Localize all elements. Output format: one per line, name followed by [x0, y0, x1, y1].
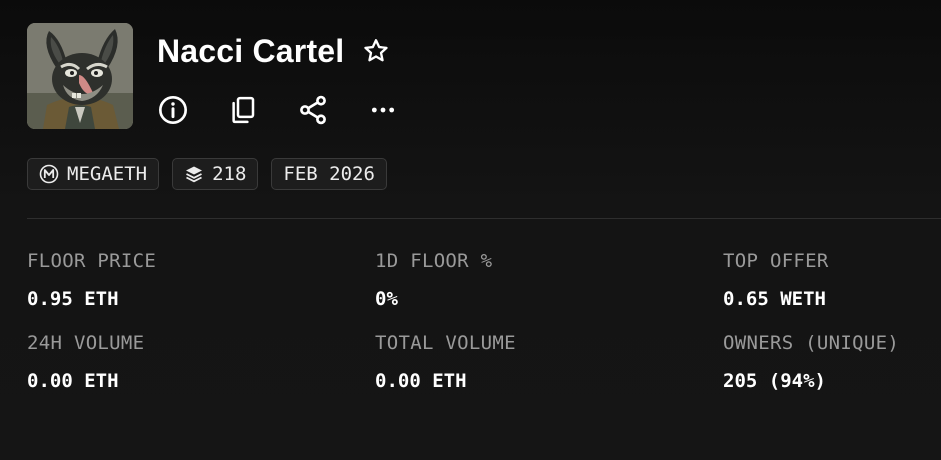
stat-value: 0%: [375, 288, 398, 310]
star-icon[interactable]: [362, 37, 390, 65]
info-icon[interactable]: [156, 93, 190, 127]
collection-avatar: [27, 23, 133, 129]
section-divider: [27, 218, 941, 219]
chain-chip[interactable]: MEGAETH: [27, 158, 160, 190]
more-icon[interactable]: [366, 93, 400, 127]
stat-total-volume: TOTAL VOLUME 0.00 ETH: [375, 332, 723, 392]
stat-value: 0.00 ETH: [27, 370, 119, 392]
stat-value: 205 (94%): [723, 370, 826, 392]
megaeth-logo-icon: [39, 164, 59, 184]
stat-label: 1D FLOOR %: [375, 250, 493, 272]
created-date: FEB 2026: [283, 163, 375, 185]
tag-chips: MEGAETH 218 FEB 2026: [27, 158, 400, 190]
stat-24h-volume: 24H VOLUME 0.00 ETH: [27, 332, 375, 392]
share-icon[interactable]: [296, 93, 330, 127]
copy-icon[interactable]: [226, 93, 260, 127]
stat-1d-floor-change: 1D FLOOR % 0%: [375, 250, 723, 310]
stat-owners: OWNERS (UNIQUE) 205 (94%): [723, 332, 941, 392]
collection-title: Nacci Cartel: [157, 32, 345, 69]
stat-label: 24H VOLUME: [27, 332, 145, 354]
stat-label: TOP OFFER: [723, 250, 829, 272]
stat-label: TOTAL VOLUME: [375, 332, 516, 354]
stat-value: 0.00 ETH: [375, 370, 467, 392]
stat-top-offer: TOP OFFER 0.65 WETH: [723, 250, 941, 310]
stats-grid: FLOOR PRICE 0.95 ETH 1D FLOOR % 0% TOP O…: [27, 250, 941, 392]
stat-label: OWNERS (UNIQUE): [723, 332, 900, 354]
title-block: Nacci Cartel: [157, 23, 436, 129]
chain-label: MEGAETH: [67, 163, 148, 185]
title-row: Nacci Cartel: [157, 23, 436, 79]
collection-header: Nacci Cartel: [27, 23, 436, 129]
rabbit-avatar-image: [27, 23, 133, 129]
layers-icon: [184, 164, 204, 184]
stat-value: 0.95 ETH: [27, 288, 119, 310]
action-bar: [157, 93, 436, 127]
stat-floor-price: FLOOR PRICE 0.95 ETH: [27, 250, 375, 310]
date-chip: FEB 2026: [271, 158, 387, 190]
stat-label: FLOOR PRICE: [27, 250, 157, 272]
item-count: 218: [212, 163, 247, 185]
items-chip[interactable]: 218: [172, 158, 259, 190]
stat-value: 0.65 WETH: [723, 288, 826, 310]
